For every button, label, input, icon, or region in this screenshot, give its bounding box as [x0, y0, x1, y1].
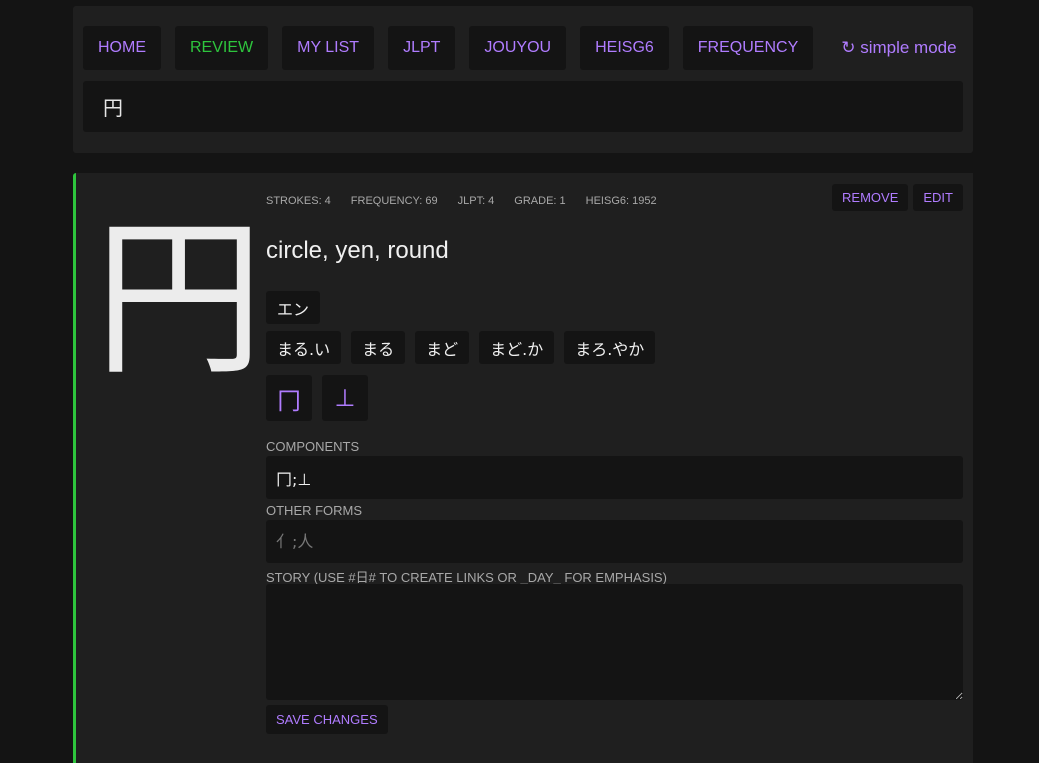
save-changes-button[interactable]: SAVE CHANGES — [266, 705, 388, 734]
component-button[interactable]: ⊥ — [322, 375, 368, 421]
card-actions: REMOVE EDIT — [832, 184, 963, 211]
nav-heisg6-button[interactable]: HEISG6 — [580, 26, 669, 70]
other-forms-field[interactable] — [266, 520, 963, 563]
nav-my-list-button[interactable]: MY LIST — [282, 26, 375, 70]
story-textarea[interactable] — [266, 584, 963, 700]
components-field[interactable] — [266, 456, 963, 499]
stat-heisg6: HEISG6: 1952 — [585, 195, 657, 207]
kanji-character: 円 — [94, 201, 265, 399]
component-button[interactable]: 冂 — [266, 375, 312, 421]
main-nav: HOME REVIEW MY LIST JLPT JOUYOU HEISG6 F… — [83, 26, 957, 70]
simple-mode-toggle[interactable]: ↻ simple mode — [841, 38, 956, 58]
kunyomi-reading[interactable]: まど — [415, 331, 470, 364]
kunyomi-row: まる.い まる まど まど.か まろ.やか — [266, 331, 656, 364]
stat-jlpt: JLPT: 4 — [457, 195, 495, 207]
nav-frequency-button[interactable]: FREQUENCY — [682, 26, 814, 70]
nav-home-button[interactable]: HOME — [83, 26, 161, 70]
kanji-card: 円 STROKES: 4 FREQUENCY: 69 JLPT: 4 GRADE… — [73, 173, 973, 763]
onyomi-row: エン — [266, 291, 321, 324]
top-navigation-panel: HOME REVIEW MY LIST JLPT JOUYOU HEISG6 F… — [73, 6, 973, 153]
nav-review-button[interactable]: REVIEW — [175, 26, 269, 70]
onyomi-reading[interactable]: エン — [266, 291, 321, 324]
kunyomi-reading[interactable]: まる.い — [266, 331, 342, 364]
kunyomi-reading[interactable]: まろ.やか — [564, 331, 656, 364]
remove-button[interactable]: REMOVE — [832, 184, 909, 211]
kunyomi-reading[interactable]: まど.か — [479, 331, 555, 364]
edit-button[interactable]: EDIT — [913, 184, 963, 211]
components-label: COMPONENTS — [266, 439, 360, 454]
kanji-stats: STROKES: 4 FREQUENCY: 69 JLPT: 4 GRADE: … — [266, 195, 657, 207]
nav-jlpt-button[interactable]: JLPT — [388, 26, 456, 70]
stat-grade: GRADE: 1 — [514, 195, 566, 207]
other-forms-label: OTHER FORMS — [266, 503, 363, 518]
kanji-meaning: circle, yen, round — [266, 237, 449, 264]
stat-strokes: STROKES: 4 — [266, 195, 331, 207]
stat-frequency: FREQUENCY: 69 — [350, 195, 438, 207]
kunyomi-reading[interactable]: まる — [351, 331, 406, 364]
search-input[interactable] — [83, 81, 963, 132]
components-row: 冂 ⊥ — [266, 375, 368, 421]
nav-jouyou-button[interactable]: JOUYOU — [469, 26, 567, 70]
